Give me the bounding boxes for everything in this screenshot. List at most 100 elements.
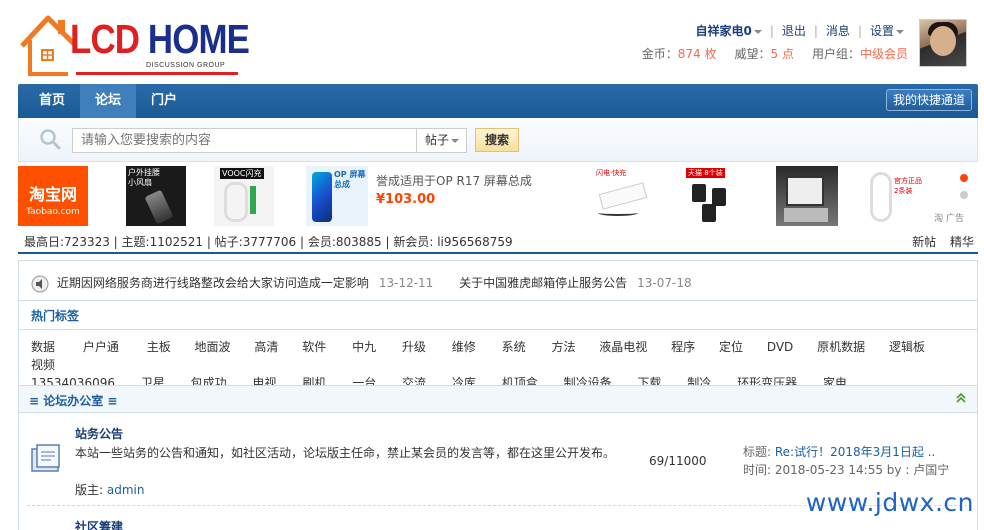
ad-promo-title: 誉成适用于OP R17 屏幕总成 <box>376 174 532 188</box>
tag-link[interactable]: 软件 <box>302 338 326 356</box>
nav-forum[interactable]: 论坛 <box>80 84 136 118</box>
tag-link[interactable]: 定位 <box>719 338 743 356</box>
prestige: 威望：5 点 <box>735 45 794 62</box>
stats-links: 新帖 精华 <box>912 230 974 254</box>
forum-name[interactable]: 站务公告 <box>75 425 123 442</box>
tag-link[interactable]: 升级 <box>402 338 426 356</box>
forum-icon[interactable] <box>29 443 63 475</box>
tag-link[interactable]: DVD <box>767 338 793 356</box>
announcement-item[interactable]: 关于中国雅虎邮箱停止服务公告 13-07-18 <box>459 276 691 290</box>
announcement-bar: 近期因网络服务商进行线路整改会给大家访问造成一定影响 13-12-11 关于中国雅… <box>31 271 692 295</box>
plug-shape <box>702 204 716 222</box>
ad-thumb-plug[interactable]: 天猫 8个装 <box>684 166 746 226</box>
ad-thumb-lamp[interactable] <box>776 166 838 226</box>
phone-shape <box>312 172 332 222</box>
fan-shape <box>144 189 174 225</box>
quick-access-button[interactable]: 我的快捷通道 <box>885 89 972 111</box>
avatar[interactable] <box>919 19 967 67</box>
settings-menu[interactable]: 设置 <box>870 22 904 39</box>
forum-stats: 最高日:723323 | 主题:1102521 | 帖子:3777706 | 会… <box>18 230 978 254</box>
tag-link[interactable]: 维修 <box>452 338 476 356</box>
last-post-time: 时间: 2018-05-23 14:55 by : 卢国宁 <box>743 463 950 477</box>
section-title[interactable]: ≡ 论坛办公室 ≡ <box>29 392 117 409</box>
chevron-down-icon <box>451 138 460 143</box>
speaker-icon <box>31 275 49 292</box>
tag-link[interactable]: 视频 <box>31 356 55 374</box>
search-bar: 帖子 搜索 <box>18 118 978 162</box>
tag-link[interactable]: 高清 <box>254 338 278 356</box>
usb-cable-shape <box>598 210 638 216</box>
separator: | <box>813 23 818 38</box>
announcement-title: 关于中国雅虎邮箱停止服务公告 <box>459 276 628 290</box>
tag-link[interactable]: 数据 <box>31 338 55 356</box>
prestige-label: 威望： <box>734 47 771 61</box>
nav-home[interactable]: 首页 <box>26 84 78 118</box>
hot-tags-list: 数据 户户通 主板 地面波 高清 软件 中九 升级 维修 系统 方法 液晶电视 … <box>31 338 961 392</box>
digest-link[interactable]: 精华 <box>950 235 974 249</box>
ad-banner[interactable]: 淘宝网 Taobao.com 户外挂腰 小风扇 VOOC闪充 OP 屏幕总成 誉… <box>18 166 978 226</box>
coins-label: 金币： <box>641 47 678 61</box>
tag-link[interactable]: 逻辑板 <box>889 338 925 356</box>
ad-thumb-fan[interactable]: 户外挂腰 小风扇 <box>126 166 186 226</box>
ad-thumb-cable-text: VOOC闪充 <box>220 168 264 179</box>
logout-link[interactable]: 退出 <box>782 22 806 39</box>
tag-link[interactable]: 原机数据 <box>817 338 865 356</box>
section-header: ≡ 论坛办公室 ≡ <box>19 385 977 413</box>
last-post-link[interactable]: Re:试行！2018年3月1日起 .. <box>775 445 935 459</box>
tag-link[interactable]: 程序 <box>671 338 695 356</box>
ad-thumb-plug-text: 天猫 8个装 <box>686 168 725 178</box>
divider <box>19 329 977 330</box>
ad-promo-price: ¥103.00 <box>376 192 436 207</box>
collapse-icon[interactable] <box>955 392 967 404</box>
messages-link[interactable]: 消息 <box>826 22 850 39</box>
tag-link[interactable]: 系统 <box>502 338 526 356</box>
coins-value: 874 枚 <box>677 47 717 61</box>
announcement-date: 13-12-11 <box>378 276 434 290</box>
ad-thumb-cable2[interactable]: 官方正品 2条装 <box>866 166 928 226</box>
cable-coil-shape <box>870 172 892 222</box>
stats-text: 最高日:723323 | 主题:1102521 | 帖子:3777706 | 会… <box>24 235 513 249</box>
forum-name[interactable]: 社区筹建 <box>75 518 123 530</box>
site-logo[interactable]: LCD HOME DISCUSSION GROUP <box>18 10 250 80</box>
prestige-value: 5 点 <box>770 47 794 61</box>
ad-thumb-fan-text: 户外挂腰 小风扇 <box>128 168 160 187</box>
nav-portal[interactable]: 门户 <box>138 84 190 118</box>
tag-link[interactable]: 主板 <box>147 338 171 356</box>
forum-last-post: 标题: Re:试行！2018年3月1日起 .. 时间: 2018-05-23 1… <box>743 443 949 479</box>
user-group: 用户组：中级会员 <box>812 45 908 62</box>
ad-promo[interactable]: 誉成适用于OP R17 屏幕总成 ¥103.00 <box>376 172 532 207</box>
tag-link[interactable]: 液晶电视 <box>599 338 647 356</box>
ad-thumb-cable[interactable]: VOOC闪充 <box>214 166 274 226</box>
search-type-select[interactable]: 帖子 <box>417 128 467 153</box>
search-button[interactable]: 搜索 <box>475 128 519 152</box>
username-link[interactable]: 自祥家电0 <box>695 22 762 39</box>
settings-link: 设置 <box>869 24 894 38</box>
moderator-link[interactable]: admin <box>107 483 145 497</box>
tag-link[interactable]: 中九 <box>352 338 376 356</box>
forum-moderator: 版主: admin <box>75 481 144 498</box>
ad-thumb-screen[interactable]: OP 屏幕总成 <box>306 166 368 226</box>
taobao-logo-cn: 淘宝网 <box>28 187 77 204</box>
watermark: www.jdwx.cn <box>805 488 974 517</box>
logo-subtitle: DISCUSSION GROUP <box>146 62 226 69</box>
chevron-down-icon <box>753 29 762 34</box>
tag-link[interactable]: 地面波 <box>195 338 231 356</box>
ad-tag: 淘 广告 <box>934 214 964 224</box>
separator: | <box>857 23 862 38</box>
tag-link[interactable]: 户户通 <box>83 338 119 356</box>
last-post-title-row: 标题: Re:试行！2018年3月1日起 .. <box>743 443 949 461</box>
user-menu: 自祥家电0 | 退出 | 消息 | 设置 <box>695 22 904 39</box>
search-input[interactable] <box>72 128 417 153</box>
carousel-dot[interactable] <box>960 191 968 199</box>
usb-hub-shape <box>598 182 648 210</box>
announcement-item[interactable]: 近期因网络服务商进行线路整改会给大家访问造成一定影响 13-12-11 <box>57 276 433 290</box>
tag-link[interactable]: 方法 <box>551 338 575 356</box>
search-icon <box>40 129 61 150</box>
ad-thumb-usb[interactable]: 闪电·快充 <box>594 166 656 226</box>
logo-underline <box>76 72 238 75</box>
carousel-dot-active[interactable] <box>960 174 968 182</box>
taobao-logo[interactable]: 淘宝网 Taobao.com <box>18 166 88 226</box>
group-value[interactable]: 中级会员 <box>860 47 908 61</box>
lamp-base <box>784 208 828 222</box>
new-posts-link[interactable]: 新帖 <box>912 235 936 249</box>
